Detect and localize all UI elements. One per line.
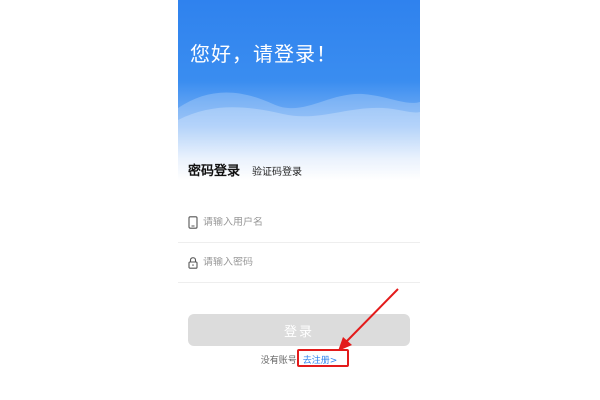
tab-code-login[interactable]: 验证码登录 bbox=[252, 163, 302, 178]
password-input[interactable] bbox=[203, 256, 403, 268]
pointer-arrow-icon bbox=[338, 288, 399, 351]
lock-icon bbox=[187, 255, 199, 269]
username-input[interactable] bbox=[203, 216, 403, 228]
page: 您好，请登录！ 密码登录 验证码登录 请输入用户名 登录 没有账号 去注册> bbox=[0, 0, 600, 400]
password-field bbox=[178, 242, 420, 283]
tab-password-login[interactable]: 密码登录 bbox=[188, 160, 240, 179]
header-banner: 您好，请登录！ bbox=[178, 0, 420, 180]
phone-icon bbox=[187, 215, 199, 229]
register-prompt: 没有账号 bbox=[260, 356, 297, 366]
username-field bbox=[178, 202, 420, 243]
login-mode-tabs: 密码登录 验证码登录 bbox=[188, 160, 302, 184]
page-title: 您好，请登录！ bbox=[190, 42, 337, 66]
